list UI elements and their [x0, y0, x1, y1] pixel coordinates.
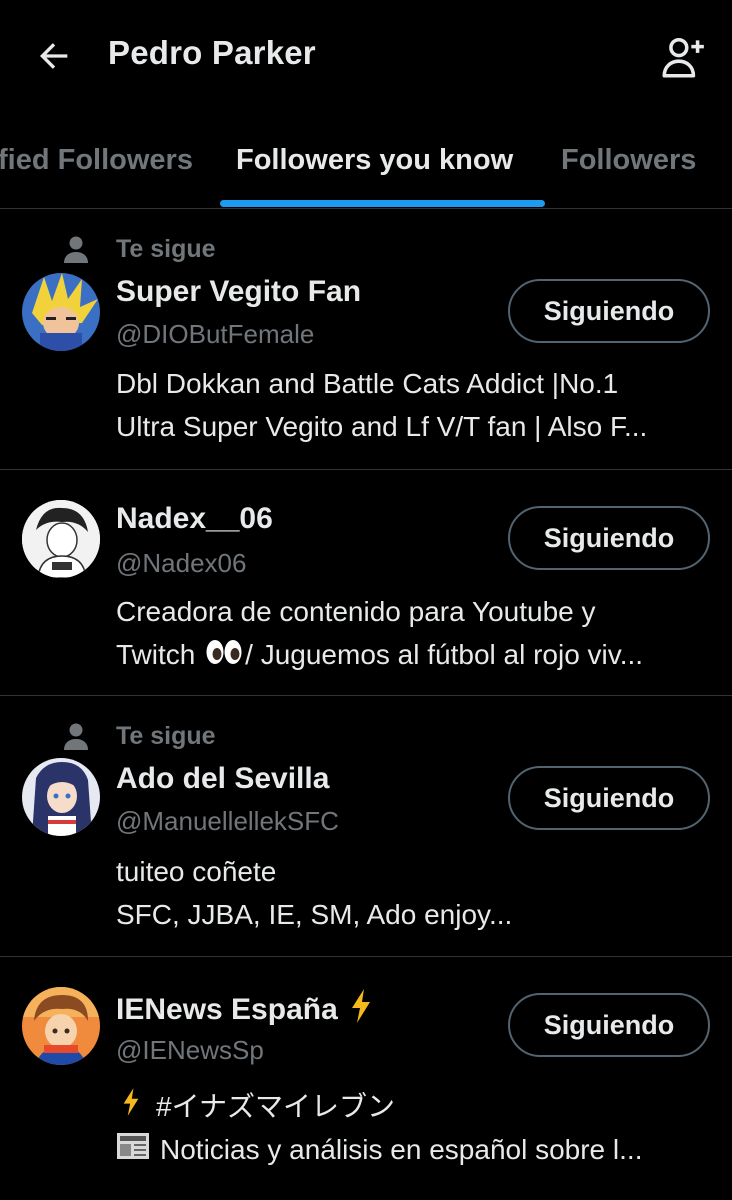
tab-followers-you-know[interactable]: Followers you know: [236, 144, 513, 177]
avatar[interactable]: [22, 987, 100, 1065]
newspaper-icon: [116, 1130, 150, 1173]
bio-line: Twitch / Juguemos al fútbol al rojo viv.…: [116, 633, 716, 678]
social-context-label: Te sigue: [116, 234, 216, 263]
bio-line: #イナズマイレブン: [116, 1085, 716, 1128]
user-name[interactable]: Nadex__06: [116, 502, 273, 536]
user-handle[interactable]: @DIOButFemale: [116, 319, 314, 350]
social-context: Te sigue: [60, 720, 216, 752]
add-user-button[interactable]: [656, 30, 710, 84]
following-button[interactable]: Siguiendo: [508, 279, 710, 343]
lightning-icon: [350, 989, 372, 1031]
bio-text: Noticias y análisis en español sobre l..…: [160, 1134, 643, 1165]
following-button[interactable]: Siguiendo: [508, 506, 710, 570]
followers-tab-bar: fied Followers Followers you know Follow…: [0, 118, 732, 209]
user-name-text: IENews España: [116, 993, 338, 1026]
avatar[interactable]: [22, 273, 100, 351]
arrow-left-icon: [40, 43, 68, 69]
following-button[interactable]: Siguiendo: [508, 993, 710, 1057]
user-name[interactable]: Super Vegito Fan: [116, 275, 361, 309]
bio-line: Ultra Super Vegito and Lf V/T fan | Also…: [116, 411, 648, 442]
active-tab-indicator: [220, 200, 545, 207]
bio-line: Creadora de contenido para Youtube y: [116, 596, 596, 627]
person-icon: [60, 720, 92, 752]
person-icon: [60, 233, 92, 265]
bio-line: tuiteo coñete: [116, 856, 277, 887]
bio-text: #イナズマイレブン: [156, 1091, 396, 1122]
tab-verified-followers[interactable]: fied Followers: [0, 144, 193, 177]
bio-text: / Juguemos al fútbol al rojo viv...: [245, 639, 644, 670]
user-cell-ado-del-sevilla[interactable]: Te sigue Ado del Sevilla @ManuellellekSF…: [0, 696, 732, 957]
user-handle[interactable]: @IENewsSp: [116, 1035, 264, 1066]
user-cell-ienews-espana[interactable]: IENews España @IENewsSp Siguiendo #イナズマイ…: [0, 957, 732, 1200]
user-name[interactable]: IENews España: [116, 989, 372, 1031]
eyes-emoji: [205, 635, 243, 678]
user-bio: #イナズマイレブン Noticias y análisis en español…: [116, 1085, 716, 1173]
social-context-label: Te sigue: [116, 721, 216, 750]
following-button[interactable]: Siguiendo: [508, 766, 710, 830]
page-title: Pedro Parker: [108, 34, 316, 71]
back-button[interactable]: [30, 32, 78, 80]
avatar[interactable]: [22, 500, 100, 578]
tab-followers[interactable]: Followers: [561, 144, 696, 177]
add-user-icon: [662, 37, 704, 78]
user-cell-super-vegito-fan[interactable]: Te sigue Super Vegito Fan @DIOButFemale …: [0, 209, 732, 470]
user-bio: Creadora de contenido para Youtube y Twi…: [116, 590, 716, 678]
user-handle[interactable]: @ManuellellekSFC: [116, 806, 339, 837]
bio-line: Dbl Dokkan and Battle Cats Addict |No.1: [116, 368, 619, 399]
avatar[interactable]: [22, 758, 100, 836]
lightning-icon: [122, 1085, 140, 1128]
user-name[interactable]: Ado del Sevilla: [116, 762, 329, 796]
user-bio: tuiteo coñete SFC, JJBA, IE, SM, Ado enj…: [116, 850, 716, 936]
user-handle[interactable]: @Nadex06: [116, 548, 246, 579]
bio-line: SFC, JJBA, IE, SM, Ado enjoy...: [116, 899, 513, 930]
social-context: Te sigue: [60, 233, 216, 265]
bio-line: Noticias y análisis en español sobre l..…: [116, 1128, 716, 1173]
user-bio: Dbl Dokkan and Battle Cats Addict |No.1 …: [116, 362, 716, 448]
bio-text: Twitch: [116, 639, 204, 670]
user-cell-nadex-06[interactable]: Nadex__06 @Nadex06 Siguiendo Creadora de…: [0, 470, 732, 696]
top-app-bar: Pedro Parker: [0, 0, 732, 110]
